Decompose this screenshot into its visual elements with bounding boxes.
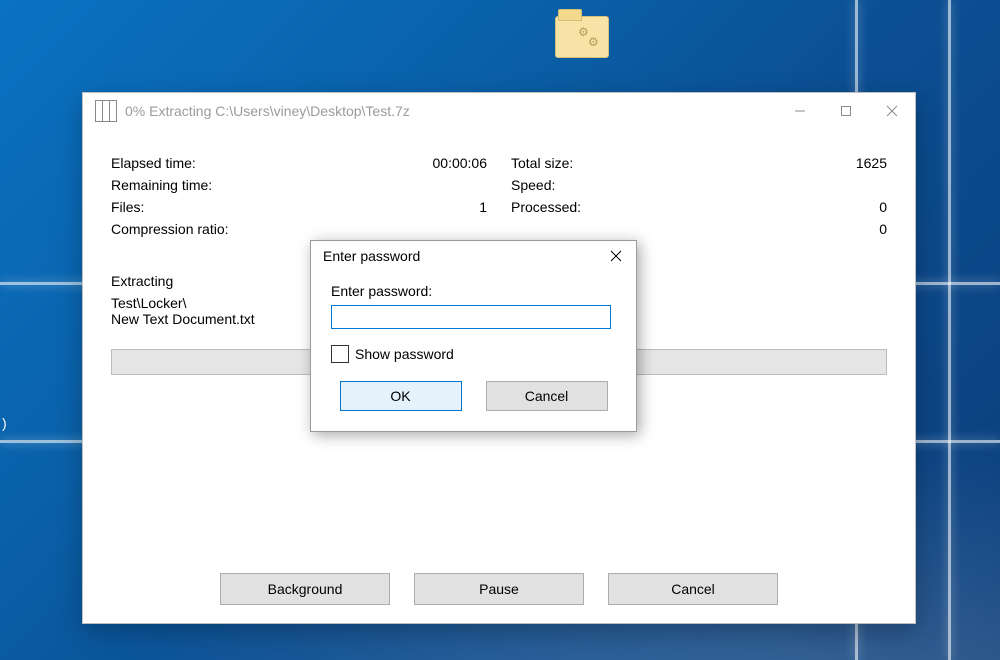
speed-label: Speed: — [511, 177, 555, 193]
dialog-close-button[interactable] — [602, 244, 630, 268]
processed-label: Processed: — [511, 199, 581, 215]
pause-button[interactable]: Pause — [414, 573, 584, 605]
files-value: 1 — [479, 199, 487, 215]
close-icon — [886, 105, 898, 117]
password-dialog: Enter password Enter password: Show pass… — [310, 240, 637, 432]
compressed-value: 0 — [879, 221, 887, 237]
total-label: Total size: — [511, 155, 573, 171]
minimize-button[interactable] — [777, 93, 823, 129]
titlebar[interactable]: 0% Extracting C:\Users\viney\Desktop\Tes… — [83, 93, 915, 129]
password-label: Enter password: — [331, 283, 616, 299]
maximize-icon — [840, 105, 852, 117]
password-input[interactable] — [331, 305, 611, 329]
background-button[interactable]: Background — [220, 573, 390, 605]
processed-value: 0 — [879, 199, 887, 215]
dialog-title: Enter password — [323, 248, 420, 264]
show-password-checkbox[interactable] — [331, 345, 349, 363]
gear-icon: ⚙ — [588, 35, 599, 49]
show-password-label: Show password — [355, 346, 454, 362]
total-value: 1625 — [856, 155, 887, 171]
elapsed-label: Elapsed time: — [111, 155, 196, 171]
window-title: 0% Extracting C:\Users\viney\Desktop\Tes… — [125, 103, 777, 119]
stray-text: ) — [2, 415, 7, 431]
folder-icon: ⚙ ⚙ — [555, 16, 609, 58]
desktop-wallpaper: ⚙ ⚙ ) 0% Extracting C:\Users\viney\Deskt… — [0, 0, 1000, 660]
files-label: Files: — [111, 199, 144, 215]
dialog-titlebar[interactable]: Enter password — [311, 241, 636, 271]
desktop-folder-icon[interactable]: ⚙ ⚙ — [555, 16, 610, 58]
close-icon — [610, 250, 622, 262]
elapsed-value: 00:00:06 — [433, 155, 488, 171]
ratio-label: Compression ratio: — [111, 221, 229, 237]
light-beam — [948, 0, 951, 660]
stats-right: Total size: 1625 Speed: Processed: 0 0 — [511, 149, 887, 243]
window-buttons: Background Pause Cancel — [83, 573, 915, 605]
close-button[interactable] — [869, 93, 915, 129]
minimize-icon — [794, 105, 806, 117]
sevenzip-icon — [95, 100, 117, 122]
stats-left: Elapsed time: 00:00:06 Remaining time: Fi… — [111, 149, 487, 243]
cancel-button[interactable]: Cancel — [608, 573, 778, 605]
remaining-label: Remaining time: — [111, 177, 212, 193]
ok-button[interactable]: OK — [340, 381, 462, 411]
maximize-button[interactable] — [823, 93, 869, 129]
dialog-cancel-button[interactable]: Cancel — [486, 381, 608, 411]
